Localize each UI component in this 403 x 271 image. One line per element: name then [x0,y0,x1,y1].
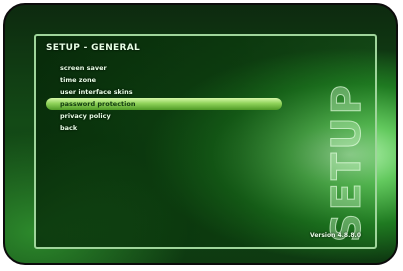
menu-item-password-protection[interactable]: password protection [46,98,282,110]
tv-screen: SETUP - GENERAL screen saver time zone u… [3,3,398,265]
menu-item-screen-saver[interactable]: screen saver [36,62,375,74]
version-label: Version 4.8.8.0 [310,232,361,239]
setup-vertical-label: SETUP [324,82,371,243]
setup-panel: SETUP - GENERAL screen saver time zone u… [34,34,377,249]
page-title: SETUP - GENERAL [46,43,141,53]
